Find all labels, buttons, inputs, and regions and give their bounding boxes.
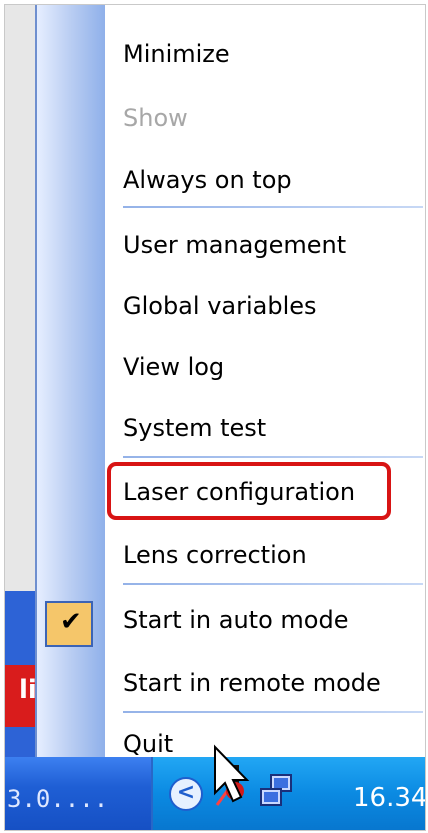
system-tray: < 16.34 xyxy=(151,757,426,830)
menu-separator xyxy=(123,456,423,458)
chevron-left-icon[interactable]: < xyxy=(169,777,203,811)
menu-item-always-on-top[interactable]: Always on top xyxy=(123,168,292,192)
checkmark-icon: ✔ xyxy=(60,607,82,637)
network-icon[interactable] xyxy=(257,773,297,811)
menu-item-start-in-auto-mode[interactable]: Start in auto mode xyxy=(123,608,348,632)
menu-item-laser-configuration[interactable]: Laser configuration xyxy=(123,480,355,504)
menu-item-minimize[interactable]: Minimize xyxy=(123,42,230,66)
menu-separator xyxy=(123,206,423,208)
menu-item-show: Show xyxy=(123,104,188,132)
checked-indicator: ✔ xyxy=(45,601,93,647)
menu-item-global-variables[interactable]: Global variables xyxy=(123,294,317,318)
menu-item-system-test[interactable]: System test xyxy=(123,416,266,440)
menu-item-start-in-remote-mode[interactable]: Start in remote mode xyxy=(123,671,381,695)
menu-item-user-management[interactable]: User management xyxy=(123,233,346,257)
menu-item-lens-correction[interactable]: Lens correction xyxy=(123,543,307,567)
menu-separator xyxy=(123,583,423,585)
tray-context-menu: Minimize Show Always on top User managem… xyxy=(35,5,425,757)
menu-item-quit[interactable]: Quit xyxy=(123,732,173,756)
menu-separator xyxy=(123,711,423,713)
screenshot-frame: li Minimize Show Always on top User mana… xyxy=(4,4,426,831)
taskbar-window-button-text[interactable]: 3.0.... xyxy=(7,785,108,813)
clock: 16.34 xyxy=(353,783,426,813)
menu-item-view-log[interactable]: View log xyxy=(123,355,224,379)
mouse-cursor-icon xyxy=(214,744,250,803)
